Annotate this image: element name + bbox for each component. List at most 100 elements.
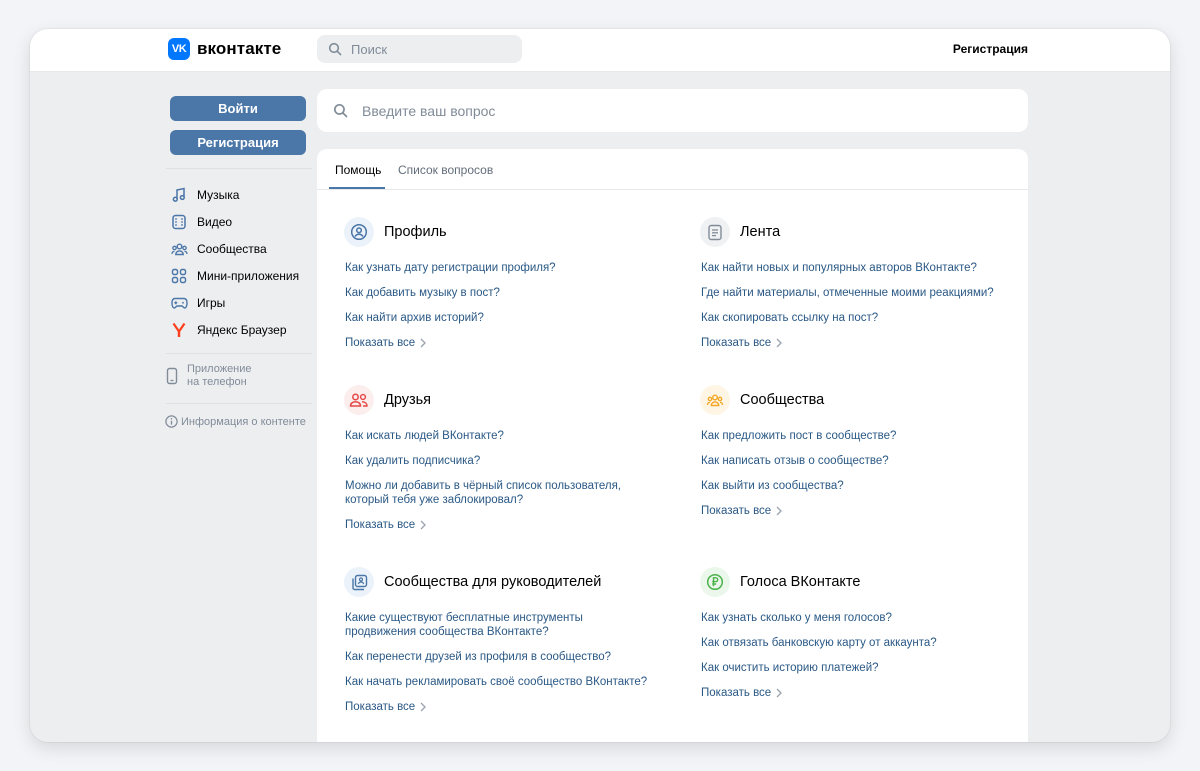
managers-icon — [344, 567, 374, 597]
search-icon — [328, 42, 342, 56]
show-all-label: Показать все — [345, 701, 416, 713]
top-bar: VK вконтакте Регистрация — [30, 29, 1170, 72]
section-title: Сообщества для руководителей — [384, 574, 602, 590]
content-info-link[interactable]: Информация о контенте — [165, 415, 306, 428]
sidebar-divider — [166, 403, 312, 404]
music-icon — [170, 186, 188, 204]
gamepad-icon — [170, 294, 188, 312]
question-link[interactable]: Как выйти из сообщества? — [701, 479, 1021, 493]
help-section-communities: Сообщества Как предложить пост в сообщес… — [700, 384, 1021, 517]
chevron-right-icon — [420, 338, 427, 348]
show-all-link[interactable]: Показать все — [345, 519, 665, 531]
header-register-link[interactable]: Регистрация — [953, 42, 1028, 56]
sidebar-nav: Музыка Видео Сообщества Мини-приложения … — [170, 181, 299, 343]
question-link[interactable]: Как узнать сколько у меня голосов? — [701, 611, 1021, 625]
sidebar-item-yandex-browser[interactable]: Яндекс Браузер — [170, 316, 299, 343]
question-link[interactable]: Как узнать дату регистрации профиля? — [345, 261, 665, 275]
sidebar-divider — [166, 353, 312, 354]
question-link[interactable]: Где найти материалы, отмеченные моими ре… — [701, 286, 1021, 300]
mobile-app-link-line1: Приложение — [187, 363, 252, 375]
show-all-link[interactable]: Показать все — [701, 337, 1021, 349]
vk-logo-text: вконтакте — [197, 39, 282, 58]
sidebar-divider — [166, 168, 312, 169]
section-title: Лента — [740, 224, 781, 240]
sidebar-item-label: Сообщества — [197, 241, 267, 256]
sidebar-item-mini-apps[interactable]: Мини-приложения — [170, 262, 299, 289]
show-all-label: Показать все — [701, 687, 772, 699]
show-all-link[interactable]: Показать все — [701, 687, 1021, 699]
chevron-right-icon — [420, 520, 427, 530]
sidebar-item-label: Мини-приложения — [197, 268, 300, 283]
show-all-label: Показать все — [345, 337, 416, 349]
question-link[interactable]: Как удалить подписчика? — [345, 454, 665, 468]
chevron-right-icon — [776, 506, 783, 516]
question-link[interactable]: Как искать людей ВКонтакте? — [345, 429, 665, 443]
mini-apps-icon — [170, 267, 188, 285]
question-link[interactable]: Как начать рекламировать своё сообщество… — [345, 675, 665, 689]
show-all-label: Показать все — [345, 519, 416, 531]
chevron-right-icon — [776, 338, 783, 348]
question-link[interactable]: Как скопировать ссылку на пост? — [701, 311, 1021, 325]
help-section-community-managers: Сообщества для руководителей Какие сущес… — [344, 566, 665, 713]
show-all-label: Показать все — [701, 505, 772, 517]
question-link[interactable]: Как отвязать банковскую карту от аккаунт… — [701, 636, 1021, 650]
section-title: Друзья — [384, 392, 432, 408]
help-section-friends: Друзья Как искать людей ВКонтакте? Как у… — [344, 384, 665, 531]
question-link[interactable]: Как очистить историю платежей? — [701, 661, 1021, 675]
tab-help[interactable]: Помощь — [335, 163, 381, 177]
question-link[interactable]: Как найти новых и популярных авторов ВКо… — [701, 261, 1021, 275]
phone-icon — [166, 367, 178, 385]
help-section-votes: Голоса ВКонтакте Как узнать сколько у ме… — [700, 566, 1021, 699]
show-all-link[interactable]: Показать все — [345, 701, 665, 713]
show-all-link[interactable]: Показать все — [701, 505, 1021, 517]
video-icon — [170, 213, 188, 231]
show-all-link[interactable]: Показать все — [345, 337, 665, 349]
feed-icon — [700, 217, 730, 247]
mobile-app-link[interactable]: Приложение на телефон — [166, 363, 252, 389]
question-link[interactable]: Какие существуют бесплатные инструменты … — [345, 611, 615, 639]
info-icon — [165, 415, 178, 428]
section-title: Голоса ВКонтакте — [740, 574, 861, 590]
browser-window: VK вконтакте Регистрация Войти Регистрац… — [30, 29, 1170, 742]
profile-icon — [344, 217, 374, 247]
ruble-coin-icon — [700, 567, 730, 597]
question-link[interactable]: Как найти архив историй? — [345, 311, 665, 325]
friends-icon — [344, 385, 374, 415]
sidebar-item-label: Музыка — [197, 187, 240, 202]
question-search[interactable] — [317, 89, 1028, 132]
question-link[interactable]: Как написать отзыв о сообществе? — [701, 454, 1021, 468]
chevron-right-icon — [776, 688, 783, 698]
question-link[interactable]: Как предложить пост в сообществе? — [701, 429, 1021, 443]
communities-icon — [700, 385, 730, 415]
question-link[interactable]: Как перенести друзей из профиля в сообще… — [345, 650, 665, 664]
help-section-profile: Профиль Как узнать дату регистрации проф… — [344, 216, 665, 349]
sidebar-item-video[interactable]: Видео — [170, 208, 299, 235]
vk-logo[interactable]: VK вконтакте — [168, 38, 281, 60]
tab-questions-list[interactable]: Список вопросов — [398, 163, 493, 177]
sidebar-item-music[interactable]: Музыка — [170, 181, 299, 208]
question-link[interactable]: Как добавить музыку в пост? — [345, 286, 665, 300]
sidebar-item-communities[interactable]: Сообщества — [170, 235, 299, 262]
chevron-right-icon — [420, 702, 427, 712]
help-section-feed: Лента Как найти новых и популярных автор… — [700, 216, 1021, 349]
login-button[interactable]: Войти — [170, 96, 306, 121]
yandex-browser-icon — [170, 321, 188, 339]
register-button[interactable]: Регистрация — [170, 130, 306, 155]
sidebar-item-games[interactable]: Игры — [170, 289, 299, 316]
question-search-input[interactable] — [360, 101, 964, 120]
help-tabs: Помощь Список вопросов — [317, 149, 1028, 190]
active-tab-indicator — [329, 187, 385, 189]
header-search-input[interactable] — [349, 40, 513, 58]
search-icon — [333, 103, 348, 118]
sidebar-item-label: Яндекс Браузер — [197, 322, 287, 337]
help-panel: Помощь Список вопросов Профиль Как узнат… — [317, 149, 1028, 742]
header-search[interactable] — [317, 35, 522, 63]
section-title: Профиль — [384, 224, 447, 240]
vk-logo-icon: VK — [168, 38, 190, 60]
section-title: Сообщества — [740, 392, 825, 408]
mobile-app-link-line2: на телефон — [187, 376, 247, 388]
sidebar-item-label: Видео — [197, 214, 233, 229]
show-all-label: Показать все — [701, 337, 772, 349]
question-link[interactable]: Можно ли добавить в чёрный список пользо… — [345, 479, 645, 507]
content-info-label: Информация о контенте — [181, 415, 306, 428]
